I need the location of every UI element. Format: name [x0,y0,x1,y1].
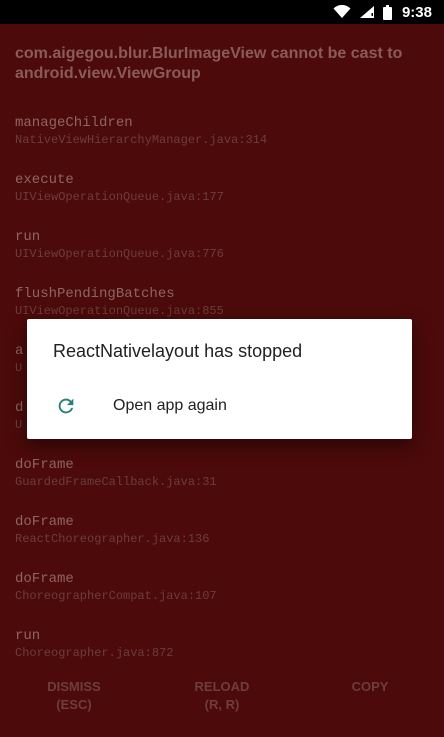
reload-icon [58,398,74,414]
wifi-icon [333,5,351,19]
dialog-title: ReactNativelayout has stopped [53,341,303,361]
status-bar: 9:38 [0,0,444,24]
screen: 9:38 com.aigegou.blur.BlurImageView cann… [0,0,444,737]
status-time: 9:38 [401,3,432,21]
app-stopped-dialog: ReactNativelayout has stopped Open app a… [27,319,412,439]
signal-icon [359,5,375,19]
battery-icon [382,4,392,20]
open-app-again-label: Open app again [113,397,227,414]
open-app-again-button[interactable]: Open app again [27,385,412,429]
